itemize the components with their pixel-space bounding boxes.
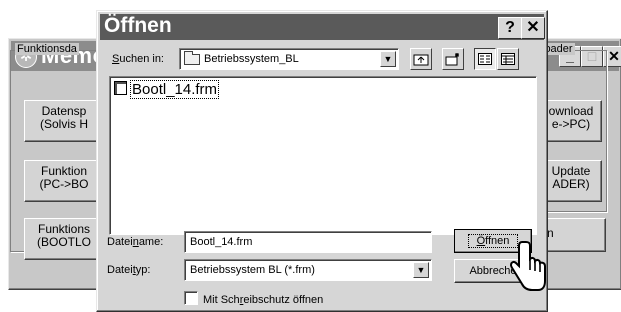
- look-in-value: Betriebssystem_BL: [204, 53, 299, 65]
- chevron-down-icon[interactable]: ▼: [413, 262, 429, 278]
- filename-input[interactable]: Bootl_14.frm: [184, 231, 432, 253]
- filetype-dropdown[interactable]: Betriebssystem BL (*.frm) ▼: [184, 259, 432, 281]
- button-line: e->PC): [551, 117, 591, 131]
- folder-up-button[interactable]: [410, 48, 432, 70]
- filetype-label-prefix: Datei: [107, 264, 133, 276]
- data-backup-button[interactable]: Datensp (Solvis H: [24, 100, 104, 142]
- readonly-checkbox[interactable]: [184, 291, 198, 305]
- button-line: (BOOTLO: [36, 235, 91, 249]
- details-view-icon: [501, 53, 515, 65]
- readonly-label-rest: eibschutz öffnen: [243, 294, 324, 306]
- file-icon: [114, 81, 127, 95]
- dialog-title: Öffnen: [104, 14, 172, 37]
- list-item[interactable]: Bootl_14.frm: [114, 80, 220, 99]
- help-button[interactable]: ?: [498, 17, 522, 39]
- download-button[interactable]: ownload e->PC): [540, 100, 602, 142]
- filetype-value: Betriebssystem BL (*.frm): [190, 264, 315, 276]
- button-line: (PC->BO: [39, 177, 89, 191]
- list-view-button[interactable]: [474, 48, 496, 70]
- details-view-button[interactable]: [497, 48, 519, 70]
- open-button-accelerator: Ö: [476, 235, 486, 247]
- functions-group-label: Funktionsda: [15, 43, 79, 55]
- filename-label: Dateiname:: [107, 236, 163, 248]
- function-pc-boot-button[interactable]: Funktion (PC->BO: [24, 160, 104, 202]
- button-line: ADER): [552, 177, 590, 191]
- right-bottom-button[interactable]: n: [540, 218, 606, 252]
- filetype-label: Dateityp:: [107, 264, 150, 276]
- dialog-close-button[interactable]: ✕: [521, 17, 545, 39]
- pointer-cursor-icon: [510, 241, 546, 291]
- button-line: n: [547, 226, 554, 240]
- filetype-label-rest: yp:: [135, 264, 151, 276]
- look-in-dropdown[interactable]: Betriebssystem_BL ▼: [179, 48, 399, 70]
- readonly-label-prefix: Mit Sch: [203, 294, 240, 306]
- chevron-down-icon[interactable]: ▼: [380, 51, 396, 67]
- folder-icon: [184, 51, 200, 65]
- folder-up-icon: [413, 54, 429, 66]
- look-in-label-text: uchen in:: [119, 53, 164, 65]
- readonly-checkbox-row[interactable]: Mit Schreibschutz öffnen: [184, 291, 323, 306]
- file-list[interactable]: Bootl_14.frm: [109, 76, 537, 235]
- function-bootloader-button[interactable]: Funktions (BOOTLO: [24, 218, 104, 260]
- filename-value: Bootl_14.frm: [190, 236, 253, 248]
- list-view-icon: [478, 53, 492, 65]
- look-in-label: Suchen in:: [112, 53, 164, 65]
- open-button-text: ffnen: [485, 235, 510, 247]
- new-folder-button[interactable]: [442, 48, 464, 70]
- button-line: (Solvis H: [39, 117, 88, 131]
- new-folder-icon: [445, 53, 459, 66]
- filename-label-prefix: Datei: [107, 236, 133, 248]
- update-button[interactable]: Update ADER): [540, 160, 602, 202]
- filename-label-rest: ame:: [138, 236, 164, 248]
- dialog-title-bar[interactable]: Öffnen ? ✕: [100, 14, 545, 40]
- file-name: Bootl_14.frm: [130, 80, 220, 99]
- open-dialog: Öffnen ? ✕ Suchen in: Betriebssystem_BL …: [96, 10, 548, 312]
